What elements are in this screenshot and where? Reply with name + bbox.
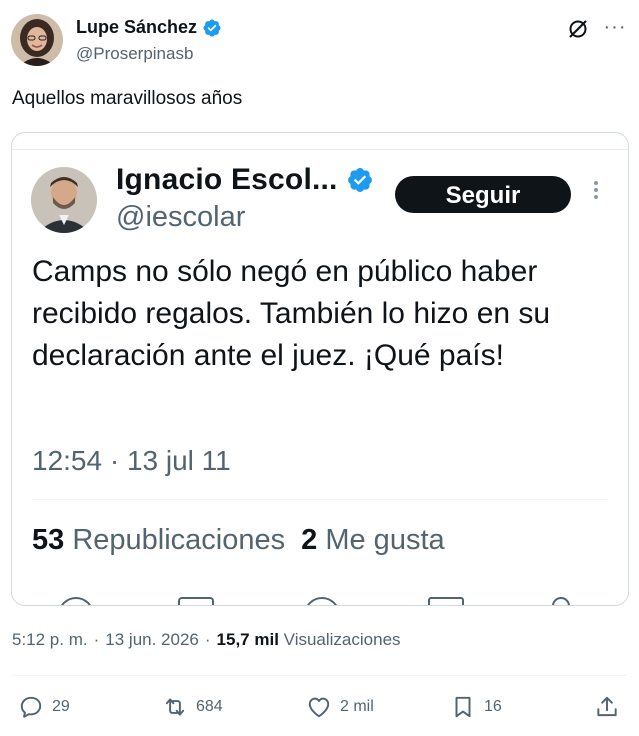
author-name[interactable]: Lupe Sánchez xyxy=(76,17,222,38)
meta-separator: · xyxy=(93,630,100,649)
meta-separator: · xyxy=(204,630,211,649)
repost-count: 684 xyxy=(196,698,223,715)
tweet-meta: 5:12 p. m. · 13 jun. 2026 · 15,7 mil Vis… xyxy=(12,630,401,650)
quoted-reply-icon xyxy=(58,597,94,605)
quoted-author-name-text: Ignacio Escol... xyxy=(116,163,338,196)
quoted-verified-badge-icon xyxy=(347,168,372,192)
grok-icon[interactable] xyxy=(566,17,590,41)
quoted-bookmark-icon xyxy=(428,597,464,605)
views-count: 15,7 mil xyxy=(216,630,279,649)
card-top-strip xyxy=(12,133,628,150)
tweet-time[interactable]: 5:12 p. m. xyxy=(12,630,88,650)
repost-button[interactable]: 684 xyxy=(162,694,223,720)
quoted-share-icon xyxy=(552,597,570,605)
quoted-reposts-label: Republicaciones xyxy=(72,524,286,556)
bookmark-icon xyxy=(455,696,471,718)
quoted-tweet-text: Camps no sólo negó en público haber reci… xyxy=(32,255,551,372)
bookmark-button[interactable]: 16 xyxy=(450,694,502,720)
views[interactable]: 15,7 mil Visualizaciones xyxy=(217,630,401,650)
author-avatar[interactable] xyxy=(11,14,63,66)
bookmark-count: 16 xyxy=(484,698,502,715)
quoted-likes-count: 2 xyxy=(301,524,318,556)
heart-icon xyxy=(308,697,330,718)
quoted-action-icons-cropped xyxy=(12,593,628,605)
quoted-author-name[interactable]: Ignacio Escol... xyxy=(116,163,374,197)
share-icon xyxy=(597,696,617,717)
quoted-reposts-count: 53 xyxy=(32,524,65,556)
quoted-more-options-icon[interactable] xyxy=(587,178,605,208)
quoted-likes-stat[interactable]: 2 Me gusta xyxy=(301,524,445,557)
quoted-author-avatar[interactable] xyxy=(31,167,97,233)
views-label: Visualizaciones xyxy=(283,630,401,649)
tweet-date[interactable]: 13 jun. 2026 xyxy=(105,630,199,650)
reply-count: 29 xyxy=(52,698,70,715)
author-name-text: Lupe Sánchez xyxy=(76,17,198,37)
share-button[interactable] xyxy=(594,694,620,720)
quoted-tweet-stats: 53 Republicaciones 2 Me gusta xyxy=(32,524,445,557)
quoted-author-handle[interactable]: @iescolar xyxy=(116,201,245,234)
quoted-repost-icon xyxy=(178,597,214,605)
tweet-text: Aquellos maravillosos años xyxy=(12,88,243,109)
like-count: 2 mil xyxy=(340,698,374,715)
author-handle[interactable]: @Proserpinasb xyxy=(76,44,193,64)
repost-icon xyxy=(165,698,185,716)
quoted-like-icon xyxy=(304,597,340,605)
quoted-likes-label: Me gusta xyxy=(325,524,445,556)
meta-divider xyxy=(12,675,627,676)
quoted-reposts-stat[interactable]: 53 Republicaciones xyxy=(32,524,285,557)
reply-button[interactable]: 29 xyxy=(18,694,70,720)
verified-badge-icon xyxy=(203,18,221,37)
follow-button[interactable]: Seguir xyxy=(395,176,571,213)
embedded-tweet-card[interactable]: Ignacio Escol... @iescolar Seguir Camps … xyxy=(11,132,629,606)
more-options-icon[interactable]: ··· xyxy=(602,16,628,42)
reply-icon xyxy=(20,696,42,718)
card-divider xyxy=(32,499,608,500)
like-button[interactable]: 2 mil xyxy=(306,694,374,720)
quoted-tweet-timestamp[interactable]: 12:54 · 13 jul 11 xyxy=(32,445,231,477)
